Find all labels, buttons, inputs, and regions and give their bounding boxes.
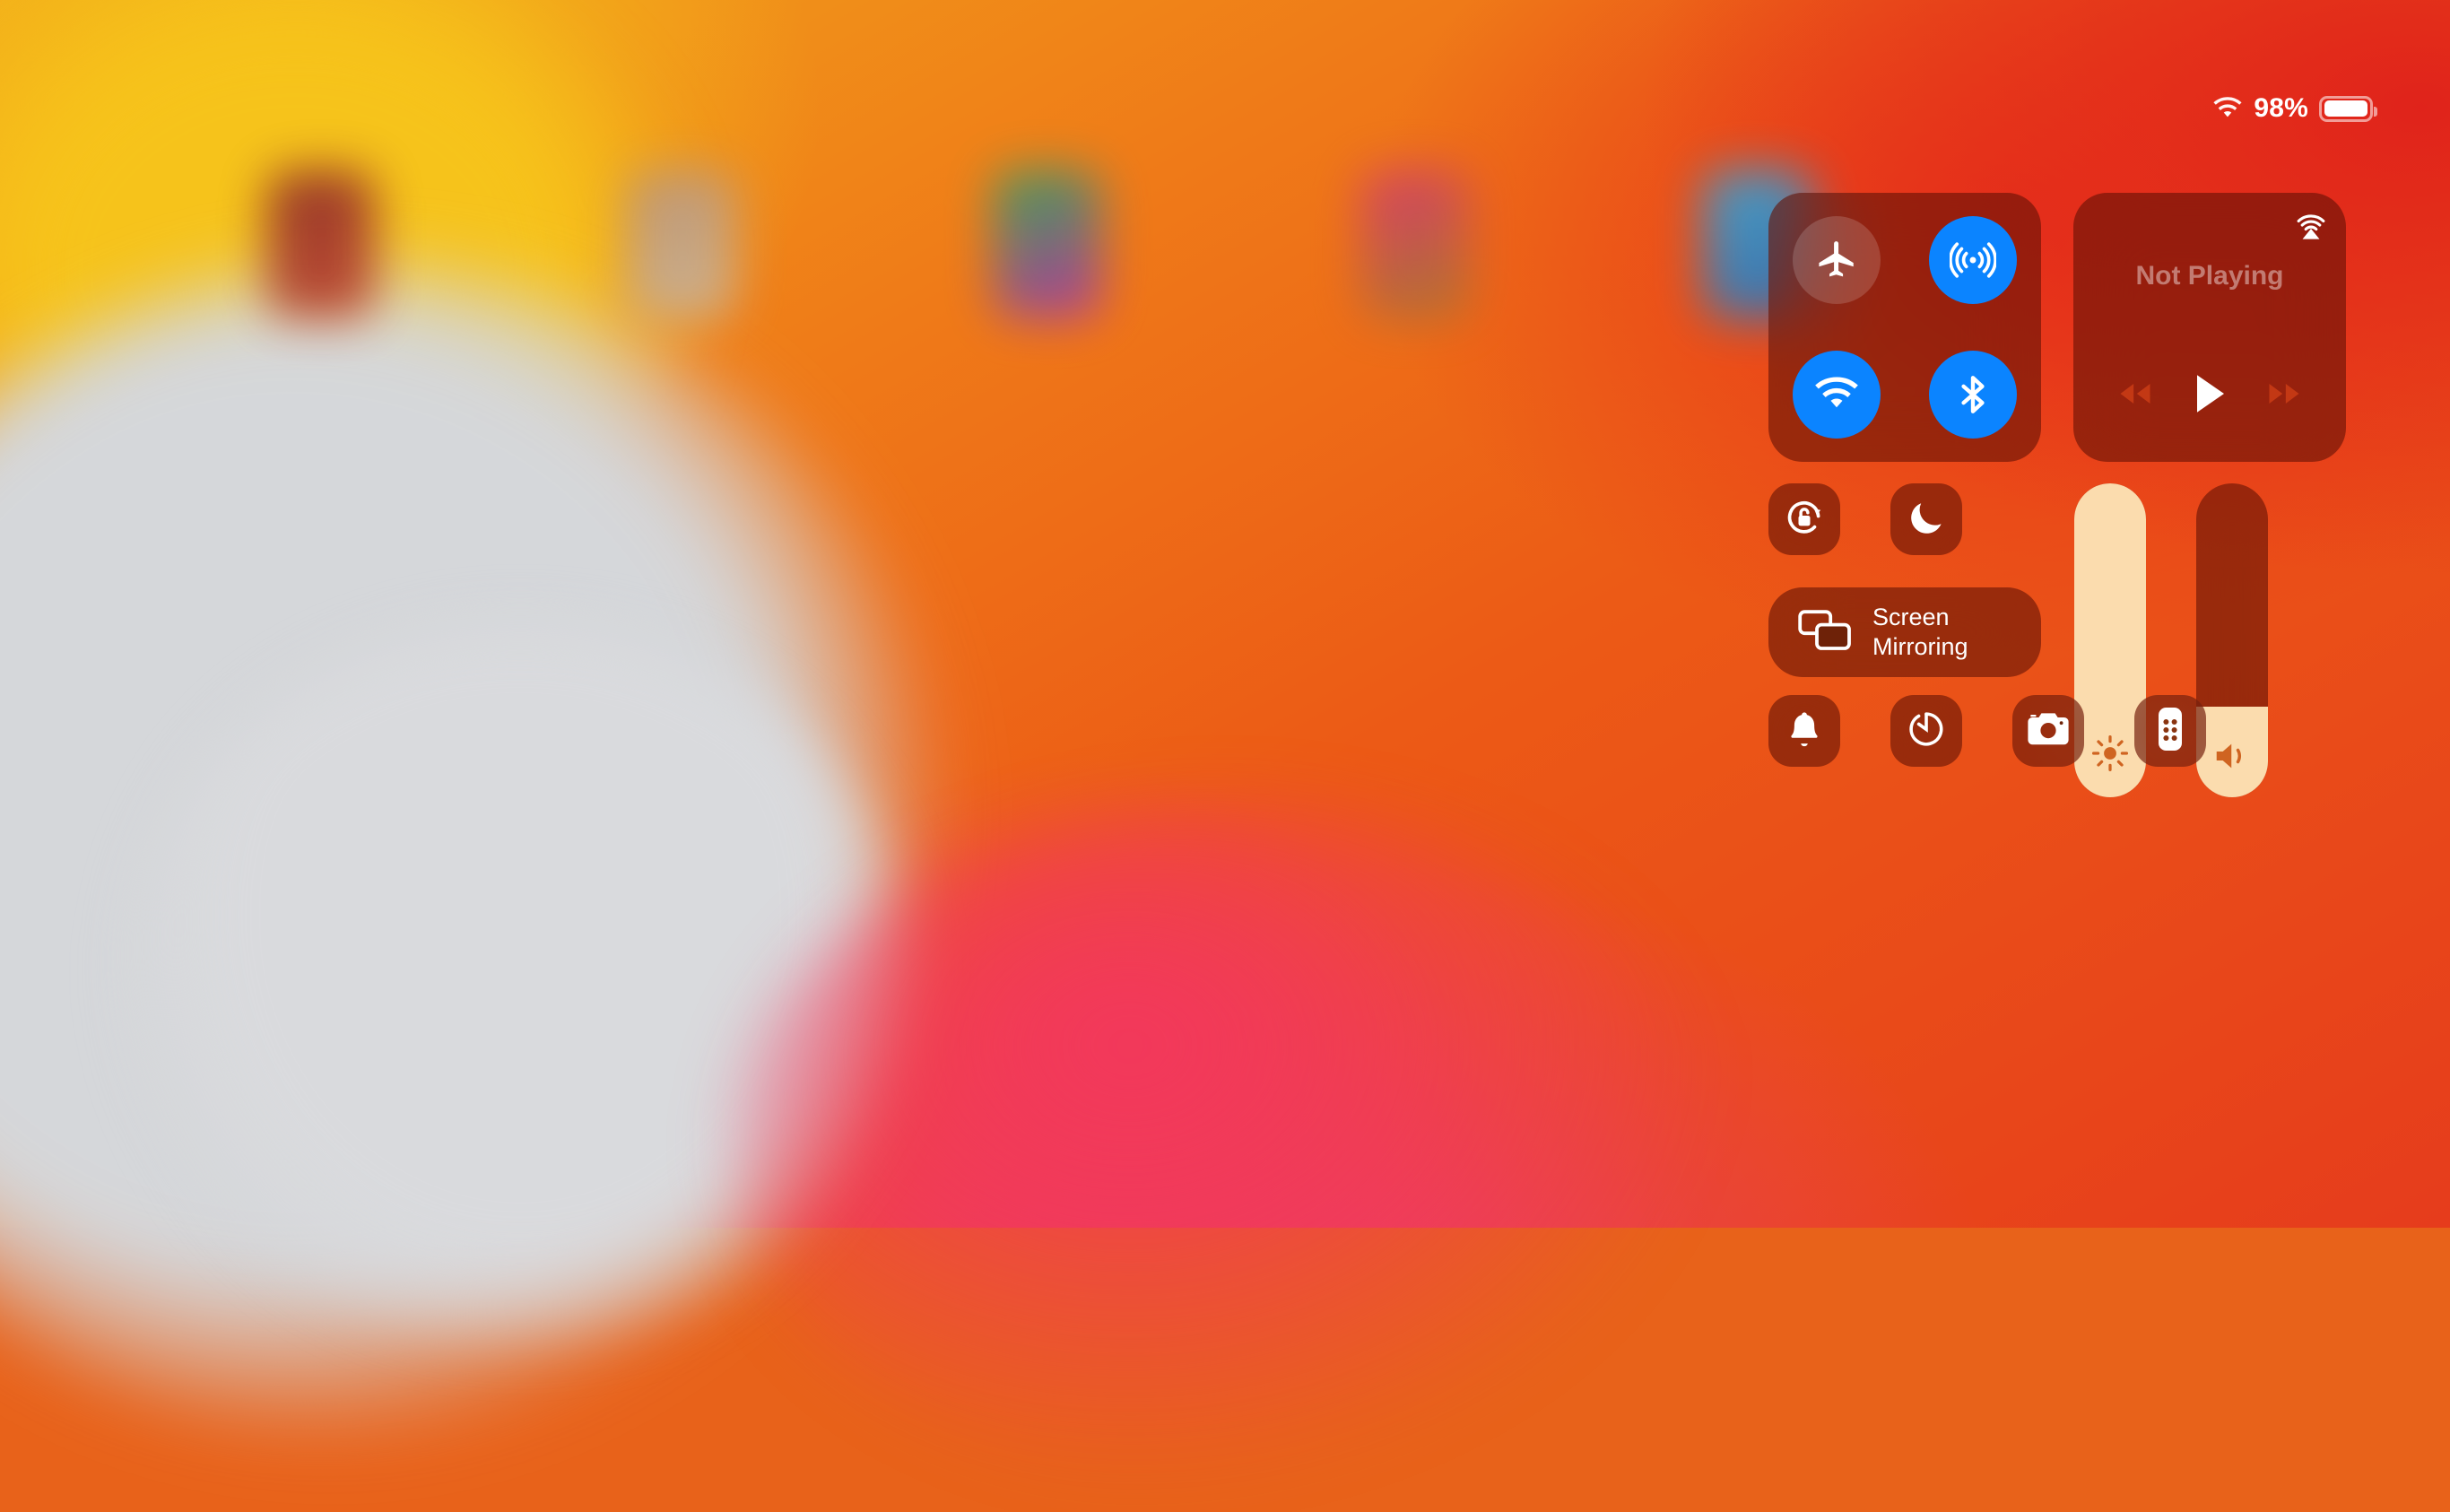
moon-icon <box>1905 496 1948 543</box>
alarm-button[interactable] <box>1768 695 1840 767</box>
control-center-panel: Not Playing <box>1768 193 2346 915</box>
wifi-icon <box>2212 97 2243 120</box>
timer-icon <box>1905 708 1948 755</box>
screen-mirroring-label: Screen Mirroring <box>1872 603 1968 662</box>
remote-icon <box>2157 706 2184 757</box>
wifi-toggle[interactable] <box>1793 351 1881 439</box>
rewind-button[interactable] <box>2116 380 2155 412</box>
airplane-mode-toggle[interactable] <box>1793 216 1881 304</box>
apple-tv-remote-button[interactable] <box>2134 695 2206 767</box>
volume-slider[interactable] <box>2196 483 2268 797</box>
bluetooth-toggle[interactable] <box>1929 351 2017 439</box>
wifi-icon <box>1813 377 1860 413</box>
screen-mirroring-button[interactable]: Screen Mirroring <box>1768 587 2041 677</box>
screen-mirroring-icon <box>1797 609 1853 656</box>
wallpaper-pink-blob <box>735 807 1722 1489</box>
volume-icon <box>2196 738 2268 774</box>
app-icon-1 <box>267 170 375 318</box>
airplay-icon[interactable] <box>2292 209 2330 247</box>
camera-button[interactable] <box>2012 695 2084 767</box>
app-icon-4 <box>1361 170 1469 318</box>
camera-icon <box>2026 709 2071 753</box>
rotation-lock-icon <box>1781 494 1828 545</box>
status-bar: 98% <box>2212 93 2373 124</box>
battery-icon <box>2319 96 2373 122</box>
now-playing-module[interactable]: Not Playing <box>2073 193 2346 462</box>
screen-mirroring-label-line1: Screen <box>1872 603 1968 632</box>
rotation-lock-toggle[interactable] <box>1768 483 1840 555</box>
timer-button[interactable] <box>1890 695 1962 767</box>
fast-forward-button[interactable] <box>2264 380 2304 412</box>
now-playing-title: Not Playing <box>2073 261 2346 291</box>
airdrop-toggle[interactable] <box>1929 216 2017 304</box>
airdrop-icon <box>1950 237 1996 283</box>
now-playing-controls <box>2073 372 2346 420</box>
airplane-icon <box>1814 238 1859 282</box>
do-not-disturb-toggle[interactable] <box>1890 483 1962 555</box>
app-icon-3 <box>994 170 1101 318</box>
screen-mirroring-label-line2: Mirroring <box>1872 632 1968 662</box>
bell-icon <box>1784 708 1825 754</box>
bluetooth-icon <box>1950 372 1995 417</box>
app-icon-2 <box>628 170 735 318</box>
blurred-app-icon-row <box>0 170 1838 350</box>
connectivity-module <box>1768 193 2041 462</box>
play-button[interactable] <box>2192 372 2228 420</box>
battery-percent-label: 98% <box>2254 93 2308 124</box>
